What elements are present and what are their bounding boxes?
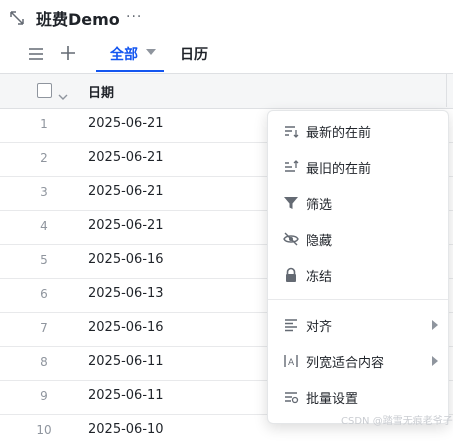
menu-item-label: 列宽适合内容 xyxy=(306,356,385,371)
column-context-menu: 最新的在前 最旧的在前 筛选 隐藏 冻结 对齐 A 列宽适合内容 批量设置 xyxy=(267,110,449,424)
more-icon[interactable]: ··· xyxy=(126,9,142,25)
row-date[interactable]: 2025-06-21 xyxy=(88,116,164,131)
row-index: 6 xyxy=(40,287,48,301)
menu-item-align[interactable]: 对齐 xyxy=(268,307,448,343)
menu-item-batch-settings[interactable]: 批量设置 xyxy=(268,379,448,415)
row-date[interactable]: 2025-06-11 xyxy=(88,354,164,369)
menu-item-label: 冻结 xyxy=(306,270,333,285)
menu-item-sort-newest[interactable]: 最新的在前 xyxy=(268,113,448,149)
sort-asc-icon xyxy=(283,159,299,175)
menu-item-label: 筛选 xyxy=(306,198,333,213)
column-header-date[interactable]: 日期 xyxy=(88,82,114,101)
svg-text:A: A xyxy=(288,358,295,368)
row-index: 1 xyxy=(40,117,48,131)
align-icon xyxy=(283,317,299,333)
menu-item-hide[interactable]: 隐藏 xyxy=(268,221,448,257)
chevron-down-icon[interactable] xyxy=(58,86,68,105)
column-width-icon: A xyxy=(283,353,299,369)
menu-item-label: 对齐 xyxy=(306,320,333,335)
sort-desc-icon xyxy=(283,123,299,139)
column-divider xyxy=(446,74,447,107)
row-date[interactable]: 2025-06-16 xyxy=(88,252,164,267)
menu-item-sort-oldest[interactable]: 最旧的在前 xyxy=(268,149,448,185)
row-date[interactable]: 2025-06-13 xyxy=(88,286,164,301)
row-date[interactable]: 2025-06-16 xyxy=(88,320,164,335)
row-date[interactable]: 2025-06-10 xyxy=(88,422,164,437)
row-index: 10 xyxy=(36,423,52,437)
row-index: 2 xyxy=(40,151,48,165)
eye-off-icon xyxy=(283,231,299,247)
row-date[interactable]: 2025-06-21 xyxy=(88,150,164,165)
page-title: 班费Demo xyxy=(36,10,120,29)
menu-item-fit-column-width[interactable]: A 列宽适合内容 xyxy=(268,343,448,379)
row-index: 4 xyxy=(40,219,48,233)
menu-item-label: 最新的在前 xyxy=(306,126,372,141)
chevron-right-icon xyxy=(432,320,438,330)
chevron-right-icon xyxy=(432,356,438,366)
row-index: 8 xyxy=(40,355,48,369)
add-icon[interactable] xyxy=(60,45,76,61)
menu-item-filter[interactable]: 筛选 xyxy=(268,185,448,221)
filter-icon xyxy=(283,195,299,211)
row-index: 7 xyxy=(40,321,48,335)
row-date[interactable]: 2025-06-21 xyxy=(88,218,164,233)
row-index: 3 xyxy=(40,185,48,199)
select-all-checkbox[interactable] xyxy=(37,83,52,98)
row-index: 9 xyxy=(40,389,48,403)
active-tab-indicator xyxy=(96,70,164,72)
menu-item-label: 批量设置 xyxy=(306,392,359,407)
list-menu-icon[interactable] xyxy=(28,46,44,60)
row-date[interactable]: 2025-06-21 xyxy=(88,184,164,199)
chevron-down-icon[interactable] xyxy=(146,49,156,55)
menu-item-freeze[interactable]: 冻结 xyxy=(268,257,448,293)
watermark: CSDN @踏雪无痕老爷子 xyxy=(341,416,453,427)
row-index: 5 xyxy=(40,253,48,267)
tab-calendar[interactable]: 日历 xyxy=(180,44,208,64)
tab-all[interactable]: 全部 xyxy=(110,44,138,64)
batch-settings-icon xyxy=(283,389,299,405)
menu-item-label: 最旧的在前 xyxy=(306,162,372,177)
menu-divider xyxy=(268,299,448,300)
expand-icon[interactable] xyxy=(8,9,26,27)
row-date[interactable]: 2025-06-11 xyxy=(88,388,164,403)
menu-item-label: 隐藏 xyxy=(306,234,333,249)
lock-icon xyxy=(283,267,299,283)
